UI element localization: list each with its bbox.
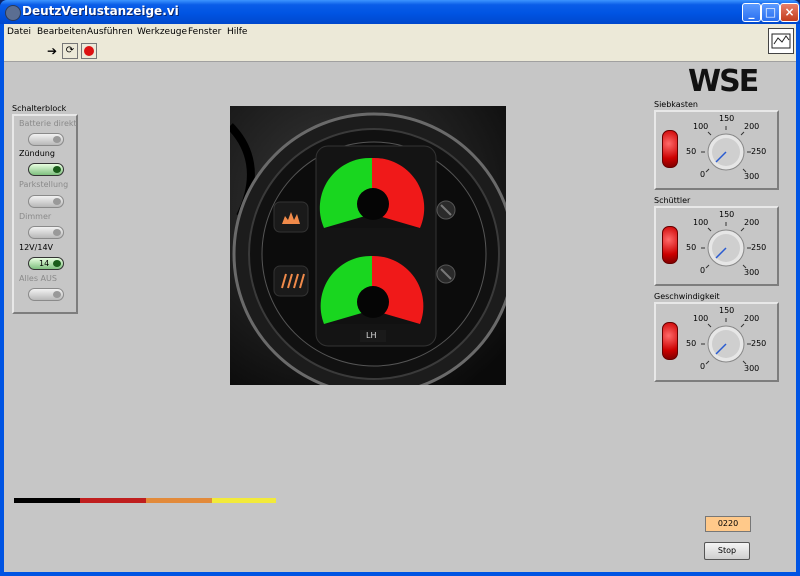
schalterblock-box: Batterie direkt Zündung Parkstellung Dim… [12,114,78,314]
switch-alles-aus[interactable] [28,288,64,301]
gauge-box-schuettler: 0 50 100 150 200 250 300 [654,206,779,286]
switch-label-12v14v: 12V/14V [19,243,53,252]
tick-100: 100 [693,218,709,227]
tick-50: 50 [686,339,697,348]
run-continuous-icon[interactable]: ⟳ [62,43,78,59]
close-button[interactable]: × [780,3,799,22]
tick-200: 200 [744,218,760,227]
menu-werkzeuge[interactable]: Werkzeuge [137,27,187,37]
run-arrow-icon[interactable]: ➔ [44,43,60,59]
tick-250: 250 [751,147,767,156]
gauge-title-siebkasten: Siebkasten [654,100,698,109]
front-panel: WSE Schalterblock Batterie direkt Zündun… [4,62,796,572]
led-geschwindigkeit [662,322,678,360]
toolbar: ➔ ⟳ [4,28,796,62]
led-siebkasten [662,130,678,168]
switch-zuendung[interactable] [28,163,64,176]
tick-100: 100 [693,314,709,323]
tick-300: 300 [744,268,760,277]
switch-dimmer[interactable] [28,226,64,239]
stripe-red [80,498,146,503]
tick-150: 150 [719,306,735,315]
tick-50: 50 [686,243,697,252]
photo-badge: LH [366,331,377,340]
tick-150: 150 [719,114,735,123]
tick-0: 0 [700,266,706,275]
menu-hilfe[interactable]: Hilfe [227,27,247,37]
gauge-title-geschwindigkeit: Geschwindigkeit [654,292,720,301]
menu-ausfuehren[interactable]: Ausführen [87,27,133,37]
tick-200: 200 [744,314,760,323]
tick-250: 250 [751,339,767,348]
led-schuettler [662,226,678,264]
gauge-box-siebkasten: 0 50 100 150 200 250 300 [654,110,779,190]
wse-logo: WSE [688,64,759,99]
switch-batterie[interactable] [28,133,64,146]
tick-150: 150 [719,210,735,219]
menu-bearbeiten[interactable]: Bearbeiten [37,27,86,37]
switch-12v14v-text: 14 [39,259,50,268]
tick-50: 50 [686,147,697,156]
stripe-orange [146,498,212,503]
gauge-title-schuettler: Schüttler [654,196,691,205]
switch-label-zuendung: Zündung [19,149,55,158]
maximize-button[interactable]: □ [761,3,780,22]
tick-300: 300 [744,364,760,373]
window-title: DeutzVerlustanzeige.vi [22,4,179,18]
menu-bar: Datei Bearbeiten Ausführen Werkzeuge Fen… [4,24,796,42]
stripe-black [14,498,80,503]
stripe-yellow [212,498,276,503]
status-value-display: 0220 [705,516,751,532]
minimize-button[interactable]: _ [742,3,761,22]
tick-200: 200 [744,122,760,131]
title-bar: DeutzVerlustanzeige.vi _ □ × [0,0,800,24]
switch-parkstellung[interactable] [28,195,64,208]
tick-300: 300 [744,172,760,181]
tick-0: 0 [700,170,706,179]
switch-label-dimmer: Dimmer [19,212,52,221]
vi-panel-icon [768,28,794,54]
tick-100: 100 [693,122,709,131]
menu-fenster[interactable]: Fenster [188,27,221,37]
window: DeutzVerlustanzeige.vi _ □ × Datei Bearb… [0,0,800,576]
switch-label-alles-aus: Alles AUS [19,274,57,283]
tick-250: 250 [751,243,767,252]
schalterblock-title: Schalterblock [12,104,67,113]
switch-12v14v[interactable]: 14 [28,257,64,270]
tick-0: 0 [700,362,706,371]
labview-vi-icon [5,5,21,21]
stop-button[interactable]: Stop [704,542,750,560]
menu-datei[interactable]: Datei [7,27,31,37]
switch-label-batterie: Batterie direkt [19,119,77,128]
abort-icon[interactable] [81,43,97,59]
gauge-box-geschwindigkeit: 0 50 100 150 200 250 300 [654,302,779,382]
instrument-photo: LH [230,106,506,385]
switch-label-parkstellung: Parkstellung [19,180,69,189]
